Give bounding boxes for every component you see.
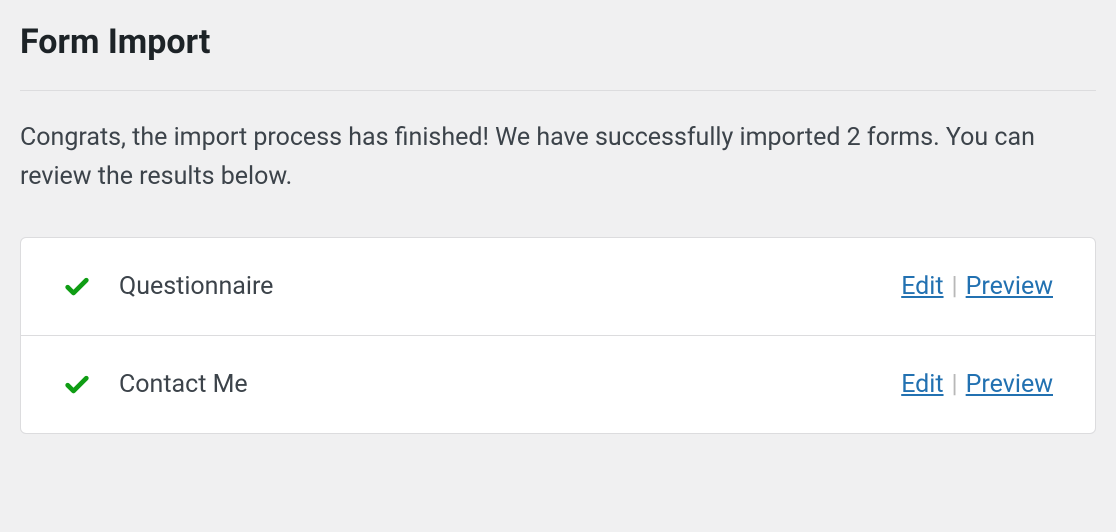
import-success-message: Congrats, the import process has finishe… (20, 119, 1096, 197)
edit-link[interactable]: Edit (901, 272, 943, 301)
result-left: Questionnaire (63, 272, 273, 301)
preview-link[interactable]: Preview (966, 272, 1053, 301)
form-name: Contact Me (119, 370, 248, 399)
page-title: Form Import (20, 0, 1096, 90)
result-row: Questionnaire Edit | Preview (21, 238, 1095, 336)
result-actions: Edit | Preview (901, 272, 1053, 301)
form-name: Questionnaire (119, 272, 273, 301)
action-separator: | (952, 272, 958, 301)
edit-link[interactable]: Edit (901, 370, 943, 399)
result-actions: Edit | Preview (901, 370, 1053, 399)
results-table: Questionnaire Edit | Preview Contact Me … (20, 237, 1096, 434)
result-left: Contact Me (63, 370, 248, 399)
divider (20, 90, 1096, 91)
action-separator: | (952, 370, 958, 399)
preview-link[interactable]: Preview (966, 370, 1053, 399)
result-row: Contact Me Edit | Preview (21, 336, 1095, 433)
check-icon (63, 370, 91, 398)
check-icon (63, 272, 91, 300)
